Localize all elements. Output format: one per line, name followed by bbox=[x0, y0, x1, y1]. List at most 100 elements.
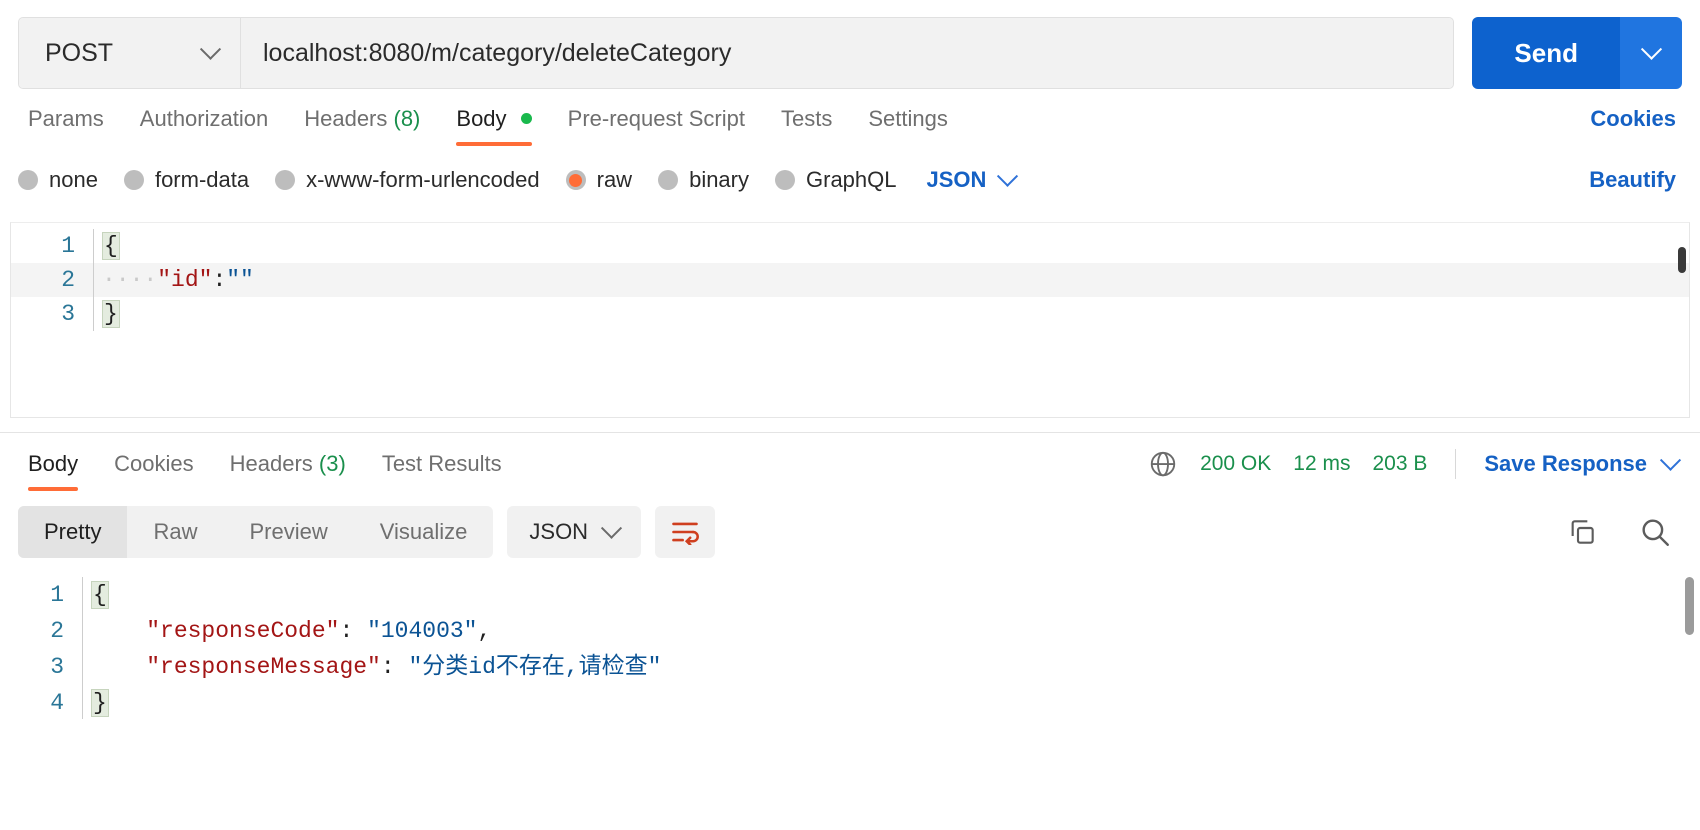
divider bbox=[1455, 449, 1457, 479]
url-box: POST localhost:8080/m/category/deleteCat… bbox=[18, 17, 1455, 89]
response-body-viewer[interactable]: 1 { 2 "responseCode": "104003", 3 "respo… bbox=[0, 569, 1700, 719]
tab-authorization[interactable]: Authorization bbox=[122, 90, 286, 148]
tab-headers[interactable]: Headers (8) bbox=[286, 90, 438, 148]
body-type-label: raw bbox=[596, 167, 633, 192]
body-type-row: none form-data x-www-form-urlencoded raw… bbox=[0, 152, 1700, 208]
body-modified-dot-icon bbox=[520, 112, 532, 124]
radio-icon bbox=[658, 170, 679, 190]
tab-label: Body bbox=[456, 106, 507, 131]
editor-scrollbar[interactable] bbox=[1678, 247, 1686, 273]
request-url-row: POST localhost:8080/m/category/deleteCat… bbox=[0, 0, 1700, 90]
response-tab-cookies[interactable]: Cookies bbox=[96, 433, 211, 495]
body-format-select[interactable]: JSON bbox=[926, 165, 1019, 193]
tab-tests[interactable]: Tests bbox=[763, 90, 850, 148]
indent-guide: ···· bbox=[102, 267, 158, 293]
tab-pre-request-script[interactable]: Pre-request Script bbox=[550, 90, 763, 148]
radio-icon bbox=[775, 170, 795, 190]
response-header: Body Cookies Headers (3) Test Results 20… bbox=[0, 433, 1700, 495]
line-number: 3 bbox=[50, 654, 64, 680]
code-line: 3 } bbox=[11, 297, 1689, 331]
body-type-none[interactable]: none bbox=[18, 167, 98, 193]
code-text: { bbox=[93, 229, 1689, 263]
body-type-form-data[interactable]: form-data bbox=[123, 167, 250, 193]
tab-label: Settings bbox=[868, 106, 948, 131]
view-mode-raw[interactable]: Raw bbox=[127, 506, 223, 558]
line-number: 4 bbox=[50, 690, 64, 716]
json-key: "responseMessage" bbox=[146, 654, 381, 680]
chevron-down-icon bbox=[199, 38, 222, 60]
json-colon: : bbox=[212, 267, 227, 293]
body-type-x-www-form-urlencoded[interactable]: x-www-form-urlencoded bbox=[275, 167, 540, 193]
response-scrollbar[interactable] bbox=[1685, 577, 1694, 635]
response-headers-count: (3) bbox=[318, 451, 346, 476]
body-type-graphql[interactable]: GraphQL bbox=[775, 167, 897, 193]
radio-selected-icon bbox=[565, 170, 586, 190]
tab-label: Headers bbox=[229, 451, 313, 476]
line-number: 1 bbox=[50, 582, 64, 608]
body-type-label: none bbox=[49, 167, 98, 192]
radio-icon bbox=[275, 170, 296, 190]
http-method-select[interactable]: POST bbox=[19, 18, 241, 88]
view-mode-pretty[interactable]: Pretty bbox=[18, 506, 128, 558]
tab-label: Body bbox=[28, 451, 79, 476]
response-tab-test-results[interactable]: Test Results bbox=[364, 433, 520, 495]
chevron-down-icon bbox=[1659, 449, 1682, 471]
cookies-link[interactable]: Cookies bbox=[1590, 106, 1682, 132]
json-key: "id" bbox=[157, 267, 213, 293]
tab-label: Params bbox=[28, 106, 104, 131]
response-tab-body[interactable]: Body bbox=[18, 433, 96, 495]
body-type-binary[interactable]: binary bbox=[658, 167, 749, 193]
body-type-label: x-www-form-urlencoded bbox=[306, 167, 540, 192]
headers-count: (8) bbox=[393, 106, 421, 131]
body-format-label: JSON bbox=[926, 167, 987, 192]
tab-params[interactable]: Params bbox=[18, 90, 122, 148]
code-text: } bbox=[82, 685, 1700, 719]
brace-token: { bbox=[102, 232, 120, 260]
line-number: 3 bbox=[61, 301, 75, 327]
response-format-label: JSON bbox=[529, 519, 589, 544]
save-response-button[interactable]: Save Response bbox=[1484, 449, 1682, 477]
code-line: 2 "responseCode": "104003", bbox=[0, 613, 1700, 649]
response-tab-headers[interactable]: Headers (3) bbox=[212, 433, 364, 495]
tab-settings[interactable]: Settings bbox=[850, 90, 966, 148]
code-line: 4 } bbox=[0, 685, 1700, 719]
line-number: 2 bbox=[50, 618, 64, 644]
body-type-label: form-data bbox=[154, 167, 250, 192]
json-value: "" bbox=[226, 267, 254, 293]
tab-body[interactable]: Body bbox=[438, 90, 549, 148]
code-text: ····"id":"" bbox=[93, 263, 1689, 297]
brace-token: } bbox=[102, 300, 120, 328]
tab-label: Headers bbox=[304, 106, 388, 131]
tab-label: Authorization bbox=[139, 106, 269, 131]
copy-icon[interactable] bbox=[1566, 516, 1598, 548]
send-button[interactable]: Send bbox=[1472, 17, 1620, 89]
response-time: 12 ms bbox=[1293, 452, 1351, 475]
request-tabs: Params Authorization Headers (8) Body Pr… bbox=[0, 90, 1700, 148]
line-number: 2 bbox=[61, 267, 75, 293]
send-options-button[interactable] bbox=[1620, 17, 1682, 89]
wrap-text-button[interactable] bbox=[655, 506, 716, 558]
json-colon: : bbox=[339, 618, 368, 644]
view-mode-visualize[interactable]: Visualize bbox=[354, 506, 494, 558]
view-mode-preview[interactable]: Preview bbox=[223, 506, 353, 558]
request-body-editor[interactable]: 1 { 2 ····"id":"" 3 } bbox=[10, 222, 1690, 418]
code-text: "responseMessage": "分类id不存在,请检查" bbox=[82, 649, 1700, 685]
chevron-down-icon bbox=[997, 165, 1019, 187]
radio-icon bbox=[123, 170, 144, 190]
radio-icon bbox=[18, 170, 38, 190]
send-group: Send bbox=[1472, 17, 1682, 89]
tab-label: Test Results bbox=[381, 451, 502, 476]
beautify-button[interactable]: Beautify bbox=[1589, 167, 1682, 193]
tab-label: Cookies bbox=[114, 451, 194, 476]
search-icon[interactable] bbox=[1638, 515, 1672, 549]
response-size: 203 B bbox=[1372, 452, 1428, 475]
http-method-label: POST bbox=[45, 38, 114, 67]
url-input[interactable]: localhost:8080/m/category/deleteCategory bbox=[241, 18, 1454, 88]
json-colon: : bbox=[380, 654, 409, 680]
body-type-raw[interactable]: raw bbox=[565, 167, 633, 193]
response-view-modes: Pretty Raw Preview Visualize bbox=[18, 506, 494, 558]
line-number: 1 bbox=[61, 233, 75, 259]
code-line: 1 { bbox=[11, 229, 1689, 263]
brace-token: { bbox=[91, 581, 109, 609]
response-format-select[interactable]: JSON bbox=[507, 506, 642, 558]
